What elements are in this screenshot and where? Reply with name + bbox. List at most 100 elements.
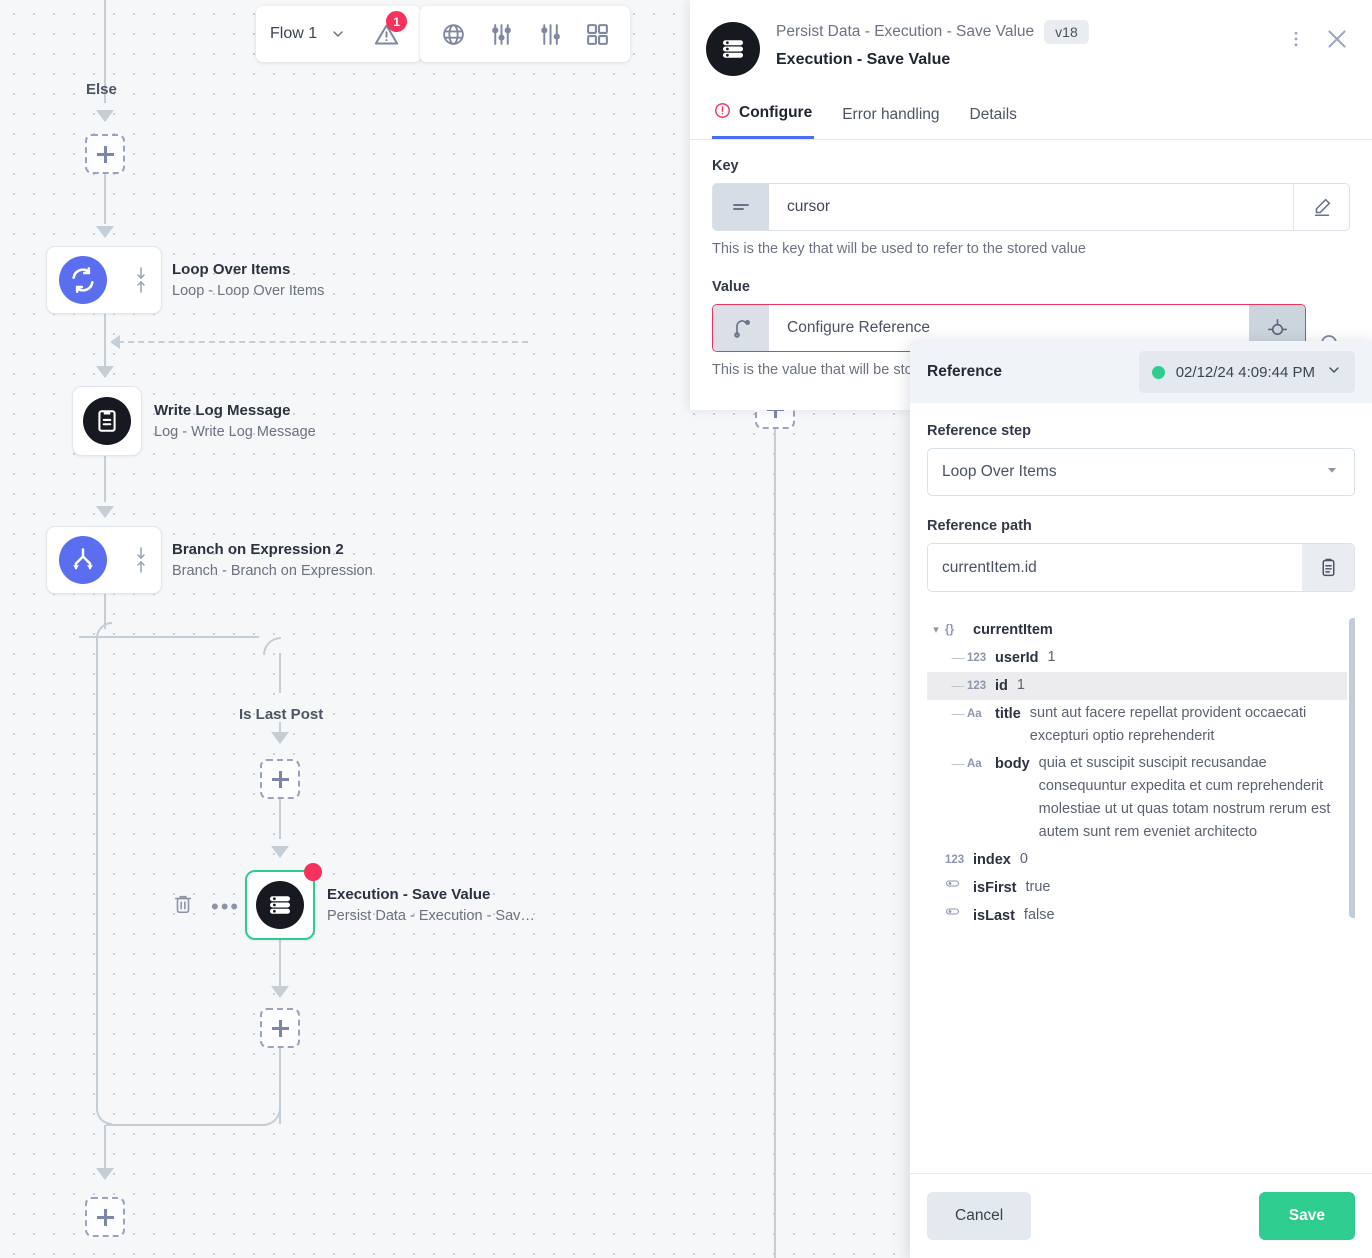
kebab-menu-icon[interactable]: [1286, 29, 1306, 54]
grid-icon[interactable]: [576, 13, 618, 55]
error-dot-badge: [304, 863, 322, 881]
tree-row[interactable]: ▾{} currentItem: [927, 616, 1347, 644]
tree-row[interactable]: — Aa body quia et suscipit suscipit recusan…: [927, 750, 1347, 846]
tab-label: Error handling: [842, 105, 940, 123]
flow-node-branch-on-expression-2[interactable]: Branch on Expression 2 Branch - Branch o…: [46, 526, 373, 594]
node-toolbar[interactable]: •••: [172, 893, 240, 920]
more-options-icon[interactable]: •••: [211, 895, 240, 917]
reference-popover-body: Reference step Loop Over Items Reference…: [910, 403, 1372, 1173]
page-title: Execution - Save Value: [776, 51, 951, 68]
node-subtitle: Log - Write Log Message: [154, 424, 316, 440]
tree-key: isFirst: [973, 880, 1017, 896]
tree-row[interactable]: —123 userId 1: [927, 644, 1347, 672]
key-field-help: This is the key that will be used to ref…: [712, 241, 1086, 257]
node-text: Branch on Expression 2 Branch - Branch o…: [172, 541, 373, 579]
save-button[interactable]: Save: [1258, 1192, 1355, 1240]
flow-node-loop-over-items[interactable]: Loop Over Items Loop - Loop Over Items: [46, 246, 324, 314]
flow-node-execution-save-value[interactable]: Execution - Save Value Persist Data - Ex…: [245, 863, 535, 940]
cancel-button[interactable]: Cancel: [927, 1192, 1032, 1240]
reference-popover[interactable]: Reference 02/12/24 4:09:44 PM Reference …: [910, 341, 1372, 1258]
reference-path-label: Reference path: [927, 518, 1032, 534]
reference-path-input[interactable]: [928, 544, 1302, 591]
node-card[interactable]: [46, 526, 162, 594]
canvas-tools-toolbar[interactable]: [420, 6, 630, 62]
connector-arrow: [271, 846, 289, 858]
tree-branch-line: —: [951, 678, 965, 693]
reference-arrow-icon: [713, 305, 769, 351]
flow-selector-toolbar[interactable]: Flow 1 1: [256, 6, 422, 62]
pencil-icon[interactable]: [1293, 184, 1349, 230]
persist-icon: [706, 22, 760, 76]
tab-label: Configure: [739, 104, 813, 121]
add-step-button[interactable]: [260, 1008, 300, 1048]
reference-path-field[interactable]: [927, 543, 1355, 592]
key-input[interactable]: cursor: [769, 184, 1293, 230]
tree-row[interactable]: isFirst true: [927, 874, 1347, 902]
tree-value: sunt aut facere repellat provident occae…: [1029, 705, 1307, 744]
node-text: Execution - Save Value Persist Data - Ex…: [327, 886, 535, 924]
chevron-down-icon[interactable]: [327, 23, 349, 45]
tree-value: 0: [1019, 851, 1028, 867]
tree-row[interactable]: — Aa title sunt aut facere repellat provide…: [927, 700, 1347, 750]
reorder-handle[interactable]: [135, 547, 147, 573]
tab-label: Details: [969, 105, 1017, 123]
panel-tabs[interactable]: Configure Error handling Details: [690, 96, 1372, 140]
tree-branch-line: —: [951, 756, 965, 771]
globe-icon[interactable]: [432, 13, 474, 55]
tab-configure[interactable]: Configure: [712, 96, 815, 139]
branch-icon: [59, 536, 107, 584]
connector-line: [279, 940, 281, 988]
reference-step-label: Reference step: [927, 423, 1031, 439]
connector-line: [104, 174, 106, 224]
reference-step-value: Loop Over Items: [942, 463, 1057, 480]
reference-json-tree[interactable]: ▾{} currentItem —123 userId 1—123 id 1— Aa title…: [927, 616, 1355, 1173]
sliders-alt-icon[interactable]: [528, 13, 570, 55]
toggle-icon: [945, 904, 973, 928]
connector-arrow: [96, 226, 114, 238]
connector-line: [774, 429, 776, 1258]
sliders-icon[interactable]: [480, 13, 522, 55]
tree-key: id: [995, 678, 1008, 694]
loop-back-arrow: [110, 335, 120, 349]
tree-row[interactable]: —123 id 1: [927, 672, 1347, 700]
persist-icon: [256, 881, 304, 929]
connector-line: [104, 454, 106, 502]
reference-step-select[interactable]: Loop Over Items: [927, 448, 1355, 496]
clipboard-icon[interactable]: [1302, 544, 1354, 591]
close-icon[interactable]: [1324, 26, 1350, 57]
node-card[interactable]: [46, 246, 162, 314]
node-title: Loop Over Items: [172, 261, 291, 278]
flow-name-label[interactable]: Flow 1: [270, 25, 317, 43]
node-title: Execution - Save Value: [327, 886, 491, 903]
tree-row[interactable]: 123 index 0: [927, 846, 1347, 874]
node-subtitle: Branch - Branch on Expression: [172, 563, 373, 579]
key-field[interactable]: cursor: [712, 183, 1350, 231]
run-timestamp-label: 02/12/24 4:09:44 PM: [1175, 363, 1315, 381]
tab-error-handling[interactable]: Error handling: [840, 100, 941, 136]
reference-popover-footer: Cancel Save: [910, 1173, 1372, 1258]
node-card-selected[interactable]: [245, 863, 322, 940]
error-circle-icon: [714, 102, 731, 124]
toggle-icon: [945, 876, 973, 900]
log-icon: [83, 397, 131, 445]
tree-row[interactable]: isLast false: [927, 902, 1347, 930]
tab-details[interactable]: Details: [968, 100, 1019, 136]
add-step-button[interactable]: [85, 1197, 125, 1237]
add-step-button[interactable]: [260, 759, 300, 799]
status-dot-icon: [1151, 365, 1165, 379]
tree-scrollbar[interactable]: [1349, 618, 1355, 918]
connector-arrow: [96, 1168, 114, 1180]
delete-icon[interactable]: [172, 893, 194, 920]
add-step-button[interactable]: [85, 134, 125, 174]
value-field-label: Value: [712, 279, 750, 295]
connector-line: [104, 1125, 106, 1171]
node-card[interactable]: [72, 386, 142, 456]
warning-count-badge: 1: [386, 11, 408, 32]
chevron-down-icon[interactable]: ▾: [927, 618, 945, 642]
run-timestamp-selector[interactable]: 02/12/24 4:09:44 PM: [1138, 351, 1355, 393]
reorder-handle[interactable]: [135, 267, 147, 293]
tree-value: true: [1025, 879, 1051, 895]
tree-key: index: [973, 852, 1011, 868]
flow-node-write-log-message[interactable]: Write Log Message Log - Write Log Messag…: [72, 386, 316, 456]
warning-icon[interactable]: 1: [365, 11, 408, 55]
